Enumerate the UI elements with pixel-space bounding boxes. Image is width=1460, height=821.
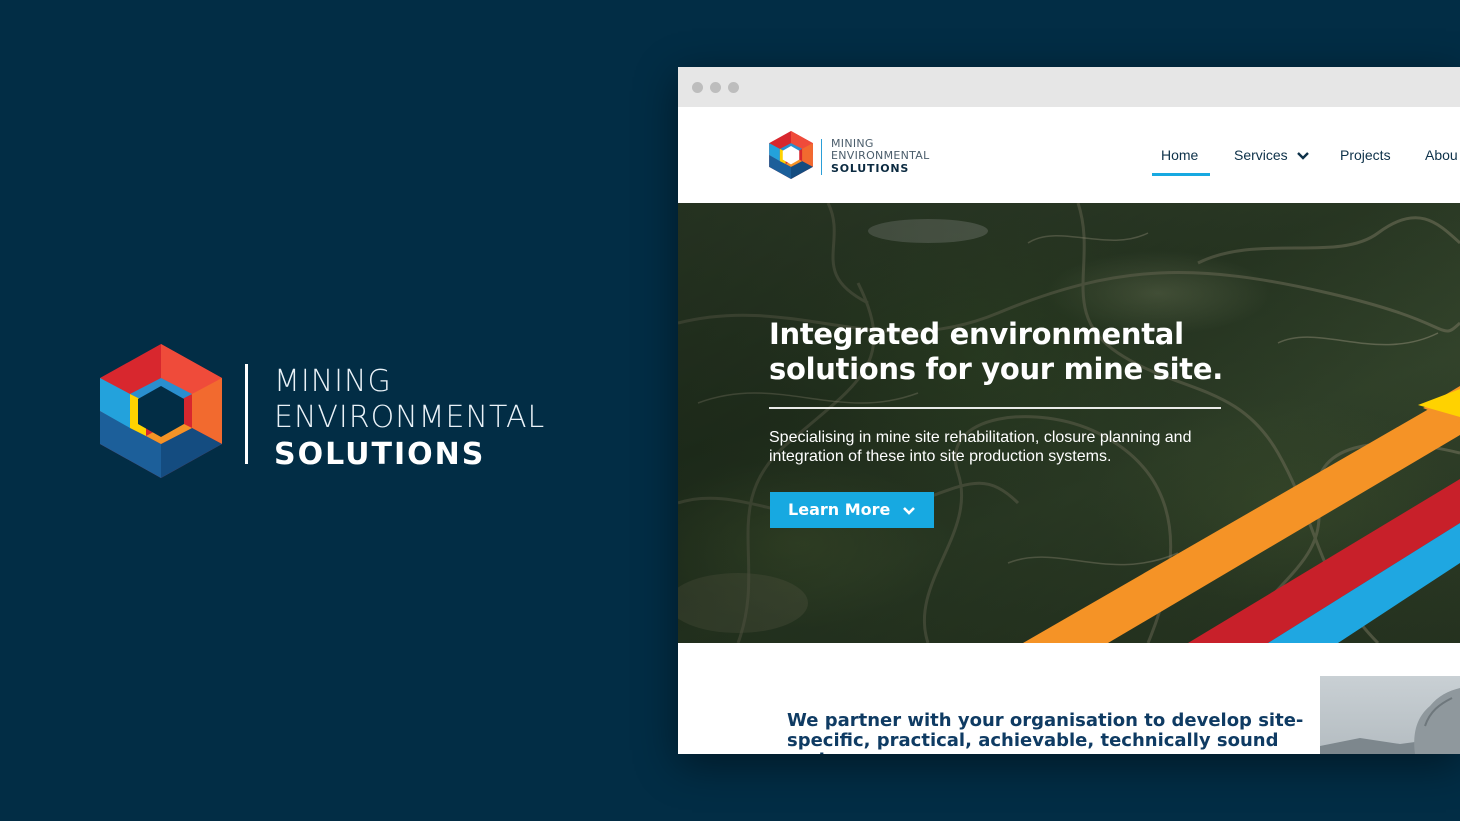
learn-more-label: Learn More bbox=[788, 500, 891, 519]
nav-active-indicator bbox=[1152, 173, 1210, 176]
browser-toolbar bbox=[678, 67, 1460, 107]
brand-line-solutions: SOLUTIONS bbox=[274, 437, 486, 472]
chevron-down-icon bbox=[1296, 152, 1309, 160]
site-logo-wordmark[interactable]: MINING ENVIRONMENTAL SOLUTIONS bbox=[831, 138, 930, 176]
learn-more-button[interactable]: Learn More bbox=[770, 492, 934, 528]
brand-divider bbox=[245, 364, 248, 464]
hero-subtitle: Specialising in mine site rehabilitation… bbox=[769, 428, 1269, 466]
brand-line-environmental: ENVIRONMENTAL bbox=[274, 400, 546, 435]
hero-subtitle-line1: Specialising in mine site rehabilitation… bbox=[769, 429, 1192, 446]
intro-text: We partner with your organisation to dev… bbox=[787, 710, 1307, 755]
intro-line2: specific, practical, achievable, technic… bbox=[787, 730, 1279, 755]
hero-title-line1: Integrated environmental bbox=[769, 317, 1184, 351]
brand-line-mining: MINING bbox=[274, 364, 392, 399]
site-logo-icon[interactable] bbox=[769, 131, 813, 179]
browser-window: MINING ENVIRONMENTAL SOLUTIONS Home Serv… bbox=[678, 67, 1460, 754]
nav-home[interactable]: Home bbox=[1161, 147, 1198, 163]
intro-line1: We partner with your organisation to dev… bbox=[787, 710, 1304, 731]
hero-title: Integrated environmental solutions for y… bbox=[769, 317, 1289, 387]
hero-banner: Integrated environmental solutions for y… bbox=[678, 203, 1460, 643]
side-photo-image bbox=[1320, 676, 1460, 754]
tree-photo-graphic bbox=[1320, 688, 1460, 754]
site-logo-divider bbox=[821, 139, 822, 175]
nav-projects[interactable]: Projects bbox=[1340, 147, 1391, 163]
nav-about[interactable]: Abou bbox=[1425, 147, 1458, 163]
window-close-dot[interactable] bbox=[692, 82, 703, 93]
brand-wordmark: MINING ENVIRONMENTAL SOLUTIONS bbox=[274, 364, 545, 474]
site-logo-line-environmental: ENVIRONMENTAL bbox=[831, 149, 930, 162]
site-logo-line-solutions: SOLUTIONS bbox=[831, 162, 910, 175]
hexagon-logo-icon bbox=[100, 344, 222, 478]
hero-subtitle-line2: integration of these into site productio… bbox=[769, 448, 1112, 465]
window-maximize-dot[interactable] bbox=[728, 82, 739, 93]
site-header: MINING ENVIRONMENTAL SOLUTIONS Home Serv… bbox=[678, 107, 1460, 203]
nav-services-label: Services bbox=[1234, 147, 1288, 163]
hero-title-line2: solutions for your mine site. bbox=[769, 352, 1223, 386]
brand-stripes-graphic bbox=[1023, 386, 1460, 643]
chevron-down-icon bbox=[903, 506, 915, 515]
window-minimize-dot[interactable] bbox=[710, 82, 721, 93]
nav-services[interactable]: Services bbox=[1234, 147, 1310, 163]
hero-divider bbox=[769, 407, 1221, 409]
brand-lockup: MINING ENVIRONMENTAL SOLUTIONS bbox=[100, 344, 580, 478]
